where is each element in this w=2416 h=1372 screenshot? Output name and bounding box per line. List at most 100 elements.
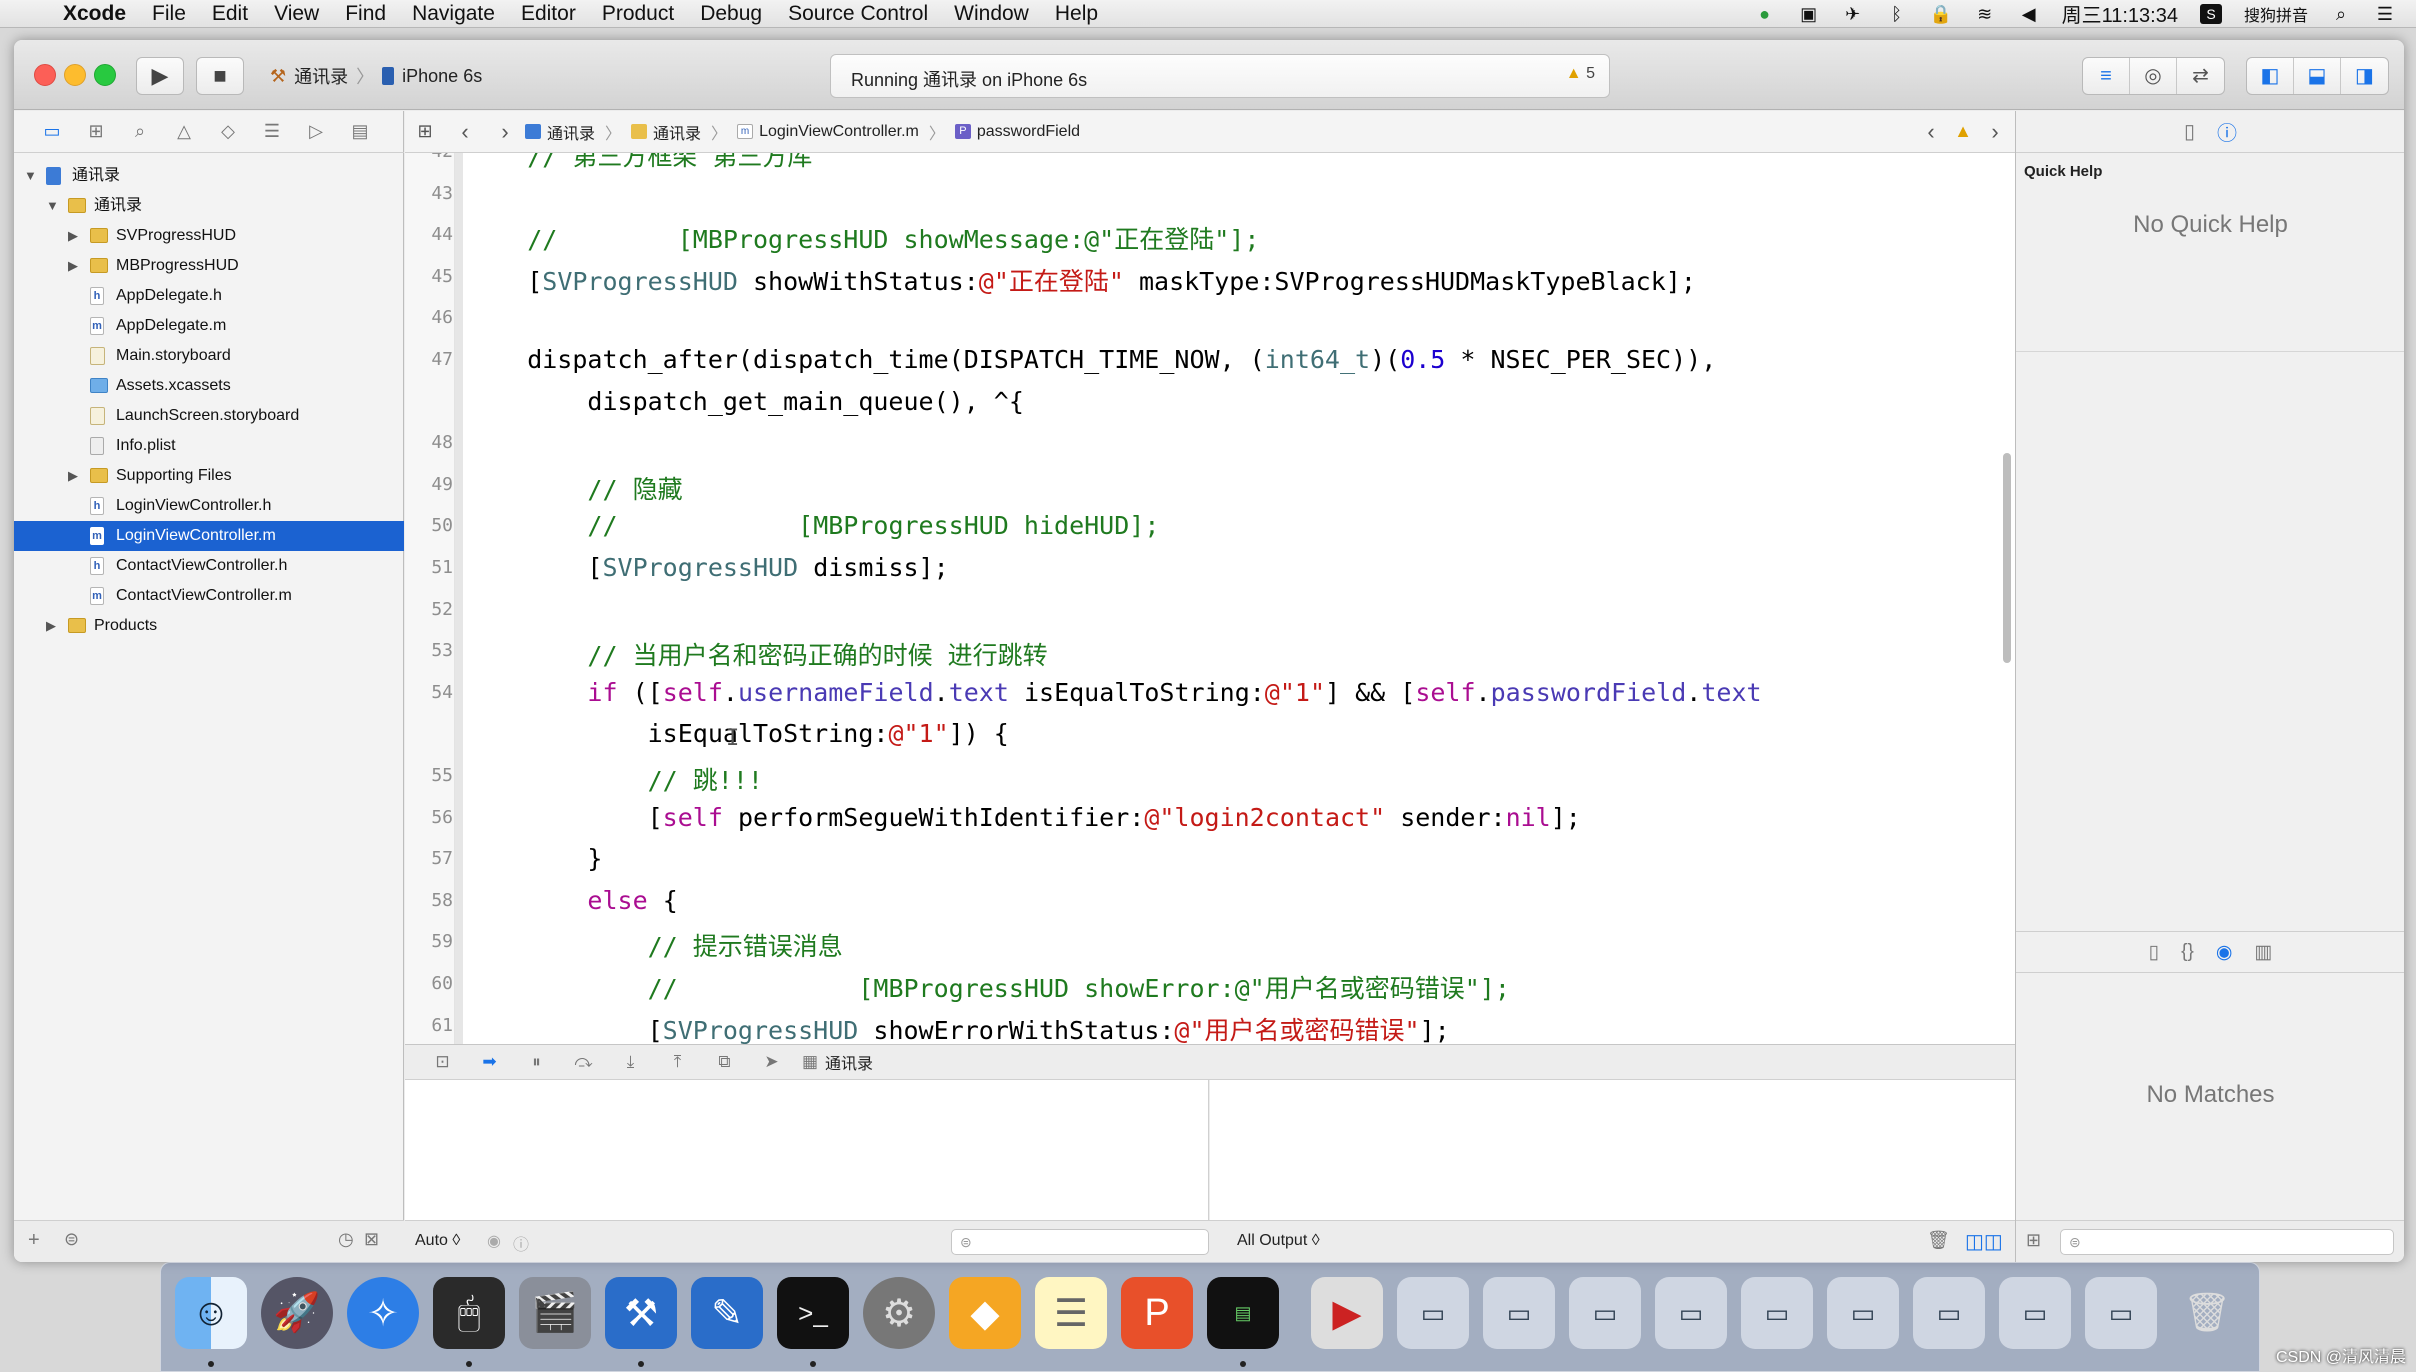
status-app-icon[interactable]: ●: [1754, 4, 1776, 24]
report-navigator-icon[interactable]: ▤: [346, 121, 374, 142]
code-line[interactable]: // 隐藏: [467, 470, 682, 506]
disclosure-closed-icon[interactable]: ▶: [46, 611, 56, 641]
window-thumb-icon[interactable]: ▭: [1397, 1277, 1469, 1349]
window-thumb-icon[interactable]: ▭: [1741, 1277, 1813, 1349]
menu-xcode[interactable]: Xcode: [50, 2, 139, 26]
xcode-icon[interactable]: ⚒: [605, 1277, 677, 1349]
object-library-icon[interactable]: ◉: [2216, 941, 2233, 964]
system-preferences-icon[interactable]: ⚙: [863, 1277, 935, 1349]
previous-issue-icon[interactable]: ‹: [1911, 119, 1951, 145]
menu-clock[interactable]: 周三11:13:34: [2062, 0, 2178, 28]
notes-icon[interactable]: ☰: [1035, 1277, 1107, 1349]
source-editor[interactable]: 4243444546474849505152535455565758596061…: [405, 153, 2015, 1044]
code-line[interactable]: }: [467, 844, 602, 873]
window-thumb-icon[interactable]: ▭: [1999, 1277, 2071, 1349]
assistant-editor-icon[interactable]: ◎: [2130, 58, 2177, 94]
scm-filter-icon[interactable]: ⊠: [364, 1229, 379, 1250]
code-line[interactable]: [self performSegueWithIdentifier:@"login…: [467, 803, 1581, 832]
file-template-icon[interactable]: ▯: [2149, 941, 2159, 964]
scheme-selector[interactable]: ⚒ 通讯录 〉 iPhone 6s: [270, 58, 482, 94]
step-over-icon[interactable]: ⤼: [560, 1052, 607, 1072]
wifi-icon[interactable]: ≋: [1974, 4, 1996, 24]
menu-source-control[interactable]: Source Control: [775, 2, 941, 26]
step-out-icon[interactable]: ⤒: [654, 1052, 701, 1072]
disclosure-closed-icon[interactable]: ▶: [68, 251, 78, 281]
disclosure-open-icon[interactable]: ▼: [46, 191, 59, 221]
screen-recorder-icon[interactable]: 🎬: [519, 1277, 591, 1349]
simulate-location-icon[interactable]: ➤: [748, 1052, 795, 1072]
toggle-debug-area-icon[interactable]: ⬓: [2294, 58, 2341, 94]
grid-view-icon[interactable]: ⊞: [2026, 1230, 2041, 1251]
eye-icon[interactable]: ◉: [487, 1231, 501, 1251]
minimize-window-button[interactable]: [64, 64, 86, 86]
debug-navigator-icon[interactable]: ☰: [258, 121, 286, 142]
airplane-icon[interactable]: ✈: [1842, 4, 1864, 24]
input-method-label[interactable]: 搜狗拼音: [2244, 2, 2308, 26]
navigator-item[interactable]: ▶ Products: [14, 611, 404, 641]
spotlight-search-icon[interactable]: ⌕: [2330, 4, 2352, 24]
code-line[interactable]: [SVProgressHUD dismiss];: [467, 553, 948, 582]
code-line[interactable]: if ([self.usernameField.text isEqualToSt…: [467, 678, 1761, 707]
sketch-icon[interactable]: ◆: [949, 1277, 1021, 1349]
trash-icon[interactable]: 🗑: [1927, 1230, 1950, 1251]
info-icon[interactable]: ⓘ: [513, 1231, 529, 1255]
jumpbar-crumb-project[interactable]: 通讯录: [525, 120, 595, 144]
menu-window[interactable]: Window: [941, 2, 1042, 26]
variables-scope-popup[interactable]: Auto ◊: [415, 1232, 460, 1250]
add-file-icon[interactable]: +: [28, 1229, 40, 1252]
console-view[interactable]: [1210, 1080, 2015, 1220]
navigator-item[interactable]: h LoginViewController.h: [14, 491, 404, 521]
stop-button[interactable]: ■: [196, 57, 244, 95]
test-navigator-icon[interactable]: ◇: [214, 121, 242, 142]
library-filter-field[interactable]: ⊜: [2060, 1229, 2394, 1255]
issue-warning-icon[interactable]: ▲: [1951, 121, 1975, 142]
finder-icon[interactable]: ☺: [175, 1277, 247, 1349]
disclosure-closed-icon[interactable]: ▶: [68, 221, 78, 251]
disclosure-closed-icon[interactable]: ▶: [68, 461, 78, 491]
navigator-item[interactable]: ▶ Supporting Files: [14, 461, 404, 491]
standard-editor-icon[interactable]: ≡: [2083, 58, 2130, 94]
run-button[interactable]: ▶: [136, 57, 184, 95]
screen-record-icon[interactable]: ▣: [1798, 4, 1820, 24]
console-app-icon[interactable]: ▤: [1207, 1277, 1279, 1349]
media-library-icon[interactable]: ▥: [2254, 941, 2272, 964]
output-scope-popup[interactable]: All Output ◊: [1237, 1232, 1320, 1250]
code-line[interactable]: else {: [467, 886, 677, 915]
zoom-window-button[interactable]: [94, 64, 116, 86]
code-line[interactable]: [SVProgressHUD showWithStatus:@"正在登陆" ma…: [467, 262, 1696, 298]
code-line[interactable]: [SVProgressHUD showErrorWithStatus:@"用户名…: [467, 1011, 1450, 1044]
window-thumb-icon[interactable]: ▭: [1483, 1277, 1555, 1349]
pause-icon[interactable]: ⏸: [513, 1052, 560, 1072]
code-line[interactable]: dispatch_get_main_queue(), ^{: [467, 387, 1024, 416]
view-debugger-icon[interactable]: ⧉: [701, 1052, 748, 1072]
safari-icon[interactable]: ✧: [347, 1277, 419, 1349]
navigator-item[interactable]: h AppDelegate.h: [14, 281, 404, 311]
code-snippet-icon[interactable]: {}: [2181, 941, 2194, 963]
forward-arrow-icon[interactable]: ›: [485, 119, 525, 145]
recent-files-icon[interactable]: ◷: [338, 1229, 354, 1250]
window-thumb-icon[interactable]: ▭: [1569, 1277, 1641, 1349]
filter-icon[interactable]: ⊜: [64, 1229, 79, 1250]
navigator-item[interactable]: Info.plist: [14, 431, 404, 461]
navigator-item[interactable]: ▶ MBProgressHUD: [14, 251, 404, 281]
step-into-icon[interactable]: ⤓: [607, 1052, 654, 1072]
next-issue-icon[interactable]: ›: [1975, 119, 2015, 145]
hide-debug-area-icon[interactable]: ⊡: [419, 1052, 466, 1072]
code-line[interactable]: dispatch_after(dispatch_time(DISPATCH_TI…: [467, 345, 1716, 374]
issue-navigator-icon[interactable]: △: [170, 121, 198, 142]
navigator-item[interactable]: ▼ 通讯录: [14, 161, 404, 191]
variables-filter-field[interactable]: ⊜: [951, 1229, 1209, 1255]
debug-process-label[interactable]: 通讯录: [825, 1050, 873, 1074]
navigator-item[interactable]: Main.storyboard: [14, 341, 404, 371]
breakpoints-toggle-icon[interactable]: ➡: [466, 1052, 513, 1072]
window-thumb-icon[interactable]: ▭: [1655, 1277, 1727, 1349]
quick-help-icon[interactable]: ⓘ: [2217, 117, 2237, 146]
navigator-item[interactable]: ▶ SVProgressHUD: [14, 221, 404, 251]
jumpbar-crumb-group[interactable]: 通讯录: [631, 120, 701, 144]
navigator-item[interactable]: ▼ 通讯录: [14, 191, 404, 221]
close-window-button[interactable]: [34, 64, 56, 86]
navigator-item[interactable]: m AppDelegate.m: [14, 311, 404, 341]
file-inspector-icon[interactable]: ▯: [2184, 119, 2195, 144]
variables-view[interactable]: [405, 1080, 1209, 1220]
menu-edit[interactable]: Edit: [199, 2, 261, 26]
